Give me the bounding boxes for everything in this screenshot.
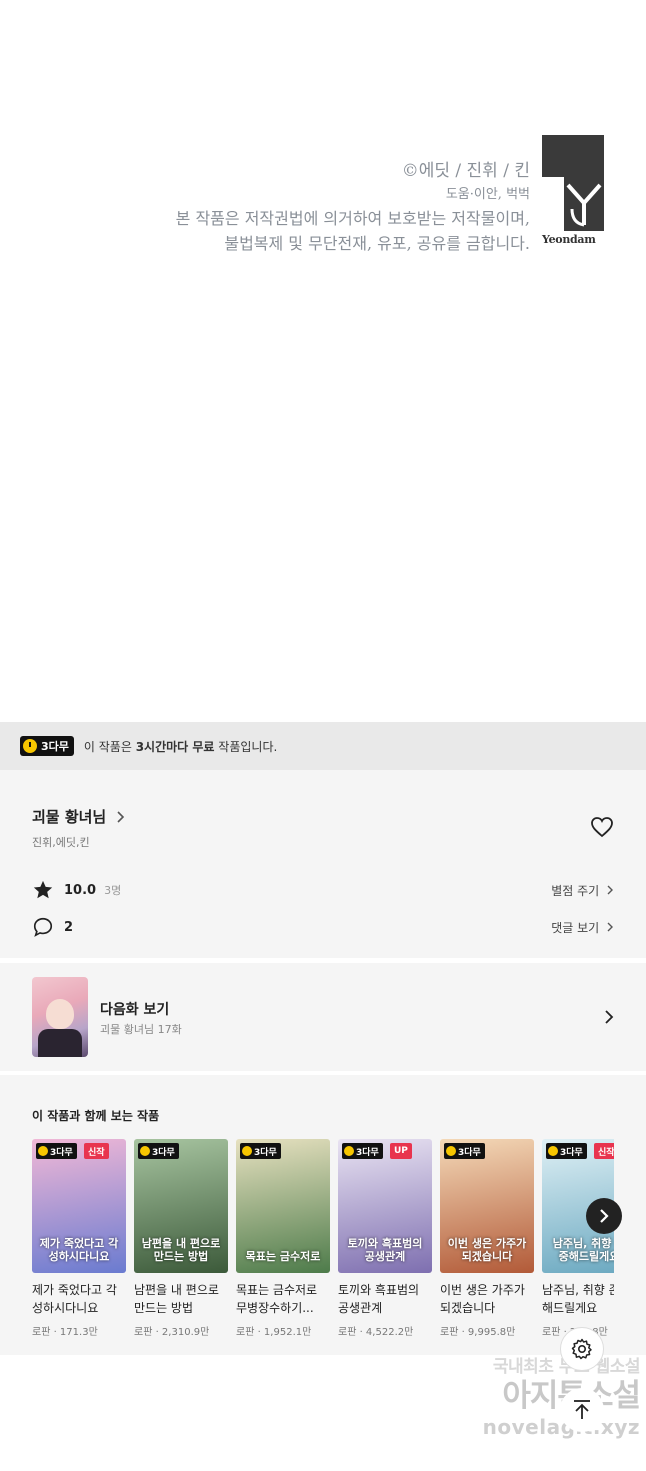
free-banner-text-b: 작품입니다.: [214, 739, 278, 754]
publisher-logo-text: Yeondam: [542, 233, 596, 246]
recommendation-meta: 로판 · 4,522.2만: [338, 1327, 414, 1338]
clock-icon: [242, 1146, 252, 1156]
star-icon: [33, 880, 53, 899]
recommendation-cover: 3다무목표는 금수저로: [236, 1139, 330, 1273]
clock-icon: [38, 1146, 48, 1156]
watermark-line1: 국내최초 무료 웹소설: [492, 1357, 641, 1377]
recommendation-cover: 3다무 신작제가 죽었다고 각성하시다니요: [32, 1139, 126, 1273]
recommendation-title: 토끼와 흑표범의 공생관계: [338, 1283, 420, 1315]
rate-button[interactable]: 별점 주기: [551, 882, 614, 899]
recommendation-item[interactable]: 3다무 남편을 내 편으로 만드는 방법 남편을 내 편으로 만드는 방법 로판 · …: [134, 1139, 228, 1338]
work-info-card: 괴물 황녀님 진휘,에딧,킨 10.0 3명 별점 주기 2 댓글 보기: [0, 770, 646, 958]
scroll-top-button[interactable]: [560, 1388, 604, 1432]
chevron-right-icon: [607, 922, 613, 931]
free-banner-text-a: 이 작품은: [83, 739, 136, 754]
clock-icon: [23, 739, 37, 753]
free-banner-text-bold: 3시간마다 무료: [135, 739, 215, 754]
free-badge: 3다무: [138, 1143, 179, 1159]
next-episode-label: 다음화 보기: [100, 1002, 170, 1018]
recommendation-cover: 3다무이번 생은 가주가 되겠습니다: [440, 1139, 534, 1273]
viewer-page: ©에딧 / 진휘 / 킨 도움·이안, 벅벅 본 작품은 저작권법에 의거하여 …: [0, 0, 646, 1471]
copyright-legal-1: 본 작품은 저작권법에 의거하여 보호받는 저작물이며,: [175, 209, 530, 228]
free-badge: 3다무: [342, 1143, 383, 1159]
recommendation-item[interactable]: 3다무목표는 금수저로목표는 금수저로 무병장수하기... 로판 · 1,952.…: [236, 1139, 330, 1338]
cover-title-text: 토끼와 흑표범의 공생관계: [347, 1237, 423, 1263]
recommendation-meta: 로판 · 2,310.9만: [134, 1327, 210, 1338]
recommendation-item[interactable]: 3다무 신작 제가 죽었다고 각성하시다니요 제가 죽었다고 각성하시다니요 로판 · …: [32, 1139, 126, 1338]
work-title: 괴물 황녀님: [32, 808, 107, 826]
gear-icon: [571, 1338, 592, 1360]
copyright-notice: ©에딧 / 진휘 / 킨 도움·이안, 벅벅 본 작품은 저작권법에 의거하여 …: [176, 158, 530, 256]
free-badge: 3다무: [546, 1143, 587, 1159]
cover-title-text: 이번 생은 가주가 되겠습니다: [447, 1237, 527, 1263]
next-episode-sub: 괴물 황녀님 17화: [100, 1023, 182, 1036]
watermark: 국내최초 무료 웹소설 아지툰소설 novelagit.xyz: [440, 1352, 641, 1439]
rating-row: 10.0 3명 별점 주기: [32, 878, 614, 902]
recommendations-section: 이 작품과 함께 보는 작품 3다무 신작 제가 죽었다고 각성하시다니요 제가 죽었…: [0, 1075, 646, 1355]
free-badge: 3다무: [444, 1143, 485, 1159]
status-badge: 신작: [84, 1143, 109, 1159]
cover-title-text: 남편을 내 편으로 만드는 방법: [141, 1237, 221, 1263]
view-comments-button[interactable]: 댓글 보기: [551, 919, 614, 936]
recommendations-title: 이 작품과 함께 보는 작품: [32, 1109, 160, 1123]
clock-icon: [446, 1146, 456, 1156]
recommendation-title: 이번 생은 가주가 되겠습니다: [440, 1283, 525, 1315]
recommendation-title: 목표는 금수저로 무병장수하기...: [236, 1283, 318, 1315]
cover-title-text: 목표는 금수저로: [245, 1250, 321, 1263]
publisher-logo: Yeondam: [542, 135, 604, 247]
chevron-right-icon: [605, 1010, 614, 1024]
clock-icon: [548, 1146, 558, 1156]
free-banner: 3다무 이 작품은 3시간마다 무료 작품입니다.: [0, 722, 646, 770]
recommendations-carousel[interactable]: 3다무 신작 제가 죽었다고 각성하시다니요 제가 죽었다고 각성하시다니요 로판 · …: [32, 1139, 614, 1349]
status-badge: UP: [390, 1143, 412, 1159]
recommendation-meta: 로판 · 1,952.1만: [236, 1327, 312, 1338]
cover-title-text: 남주님, 취향 존중해드릴게요: [552, 1237, 614, 1263]
heart-icon[interactable]: [590, 816, 614, 838]
chevron-right-icon: [600, 1209, 609, 1223]
cover-title-text: 제가 죽었다고 각성하시다니요: [39, 1237, 119, 1263]
recommendation-title: 남편을 내 편으로 만드는 방법: [134, 1283, 219, 1315]
recommendation-meta: 로판 · 9,995.8만: [440, 1327, 516, 1338]
copyright-assistants: 도움·이안, 벅벅: [445, 187, 530, 202]
recommendation-meta: 로판 · 171.3만: [32, 1327, 98, 1338]
comment-row: 2 댓글 보기: [32, 915, 614, 939]
comment-icon: [33, 917, 53, 937]
settings-button[interactable]: [560, 1327, 604, 1371]
recommendation-cover: 3다무 UP 토끼와 흑표범의 공생관계: [338, 1139, 432, 1273]
chevron-right-icon: [117, 811, 125, 823]
next-episode-thumbnail: [32, 977, 88, 1057]
rating-value: 10.0: [64, 882, 97, 898]
watermark-line3: novelagit.xyz: [482, 1415, 640, 1439]
clock-icon: [344, 1146, 354, 1156]
rating-count: 3명: [104, 884, 122, 897]
carousel-next-button[interactable]: [586, 1198, 622, 1234]
next-episode-button[interactable]: 다음화 보기 괴물 황녀님 17화: [0, 963, 646, 1071]
recommendation-item[interactable]: 3다무 이번 생은 가주가 되겠습니다 이번 생은 가주가 되겠습니다 로판 · 9,…: [440, 1139, 534, 1338]
recommendation-title: 제가 죽었다고 각성하시다니요: [32, 1283, 117, 1315]
copyright-legal-2: 불법복제 및 무단전재, 유포, 공유를 금합니다.: [224, 234, 530, 253]
status-badge: 신작: [594, 1143, 614, 1159]
arrow-up-icon: [574, 1400, 590, 1419]
free-badge: 3다무: [36, 1143, 77, 1159]
recommendation-title: 남주님, 취향 존중해드릴게요: [542, 1283, 614, 1315]
recommendation-cover: 3다무남편을 내 편으로 만드는 방법: [134, 1139, 228, 1273]
work-authors: 진휘,에딧,킨: [32, 836, 90, 849]
clock-icon: [140, 1146, 150, 1156]
copyright-credits: ©에딧 / 진휘 / 킨: [401, 161, 530, 181]
recommendation-item[interactable]: 3다무신작남주님, 취향 존중해드릴게요남주님, 취향 존중해드릴게요로판 · …: [542, 1139, 614, 1338]
free-badge: 3다무: [20, 736, 74, 756]
free-badge: 3다무: [240, 1143, 281, 1159]
watermark-line2: 아지툰소설: [440, 1377, 641, 1415]
comment-count: 2: [64, 919, 74, 935]
work-title-link[interactable]: 괴물 황녀님: [32, 806, 125, 827]
chevron-right-icon: [607, 885, 613, 894]
recommendation-item[interactable]: 3다무 UP 토끼와 흑표범의 공생관계 토끼와 흑표범의 공생관계 로판 · 4,52…: [338, 1139, 432, 1338]
